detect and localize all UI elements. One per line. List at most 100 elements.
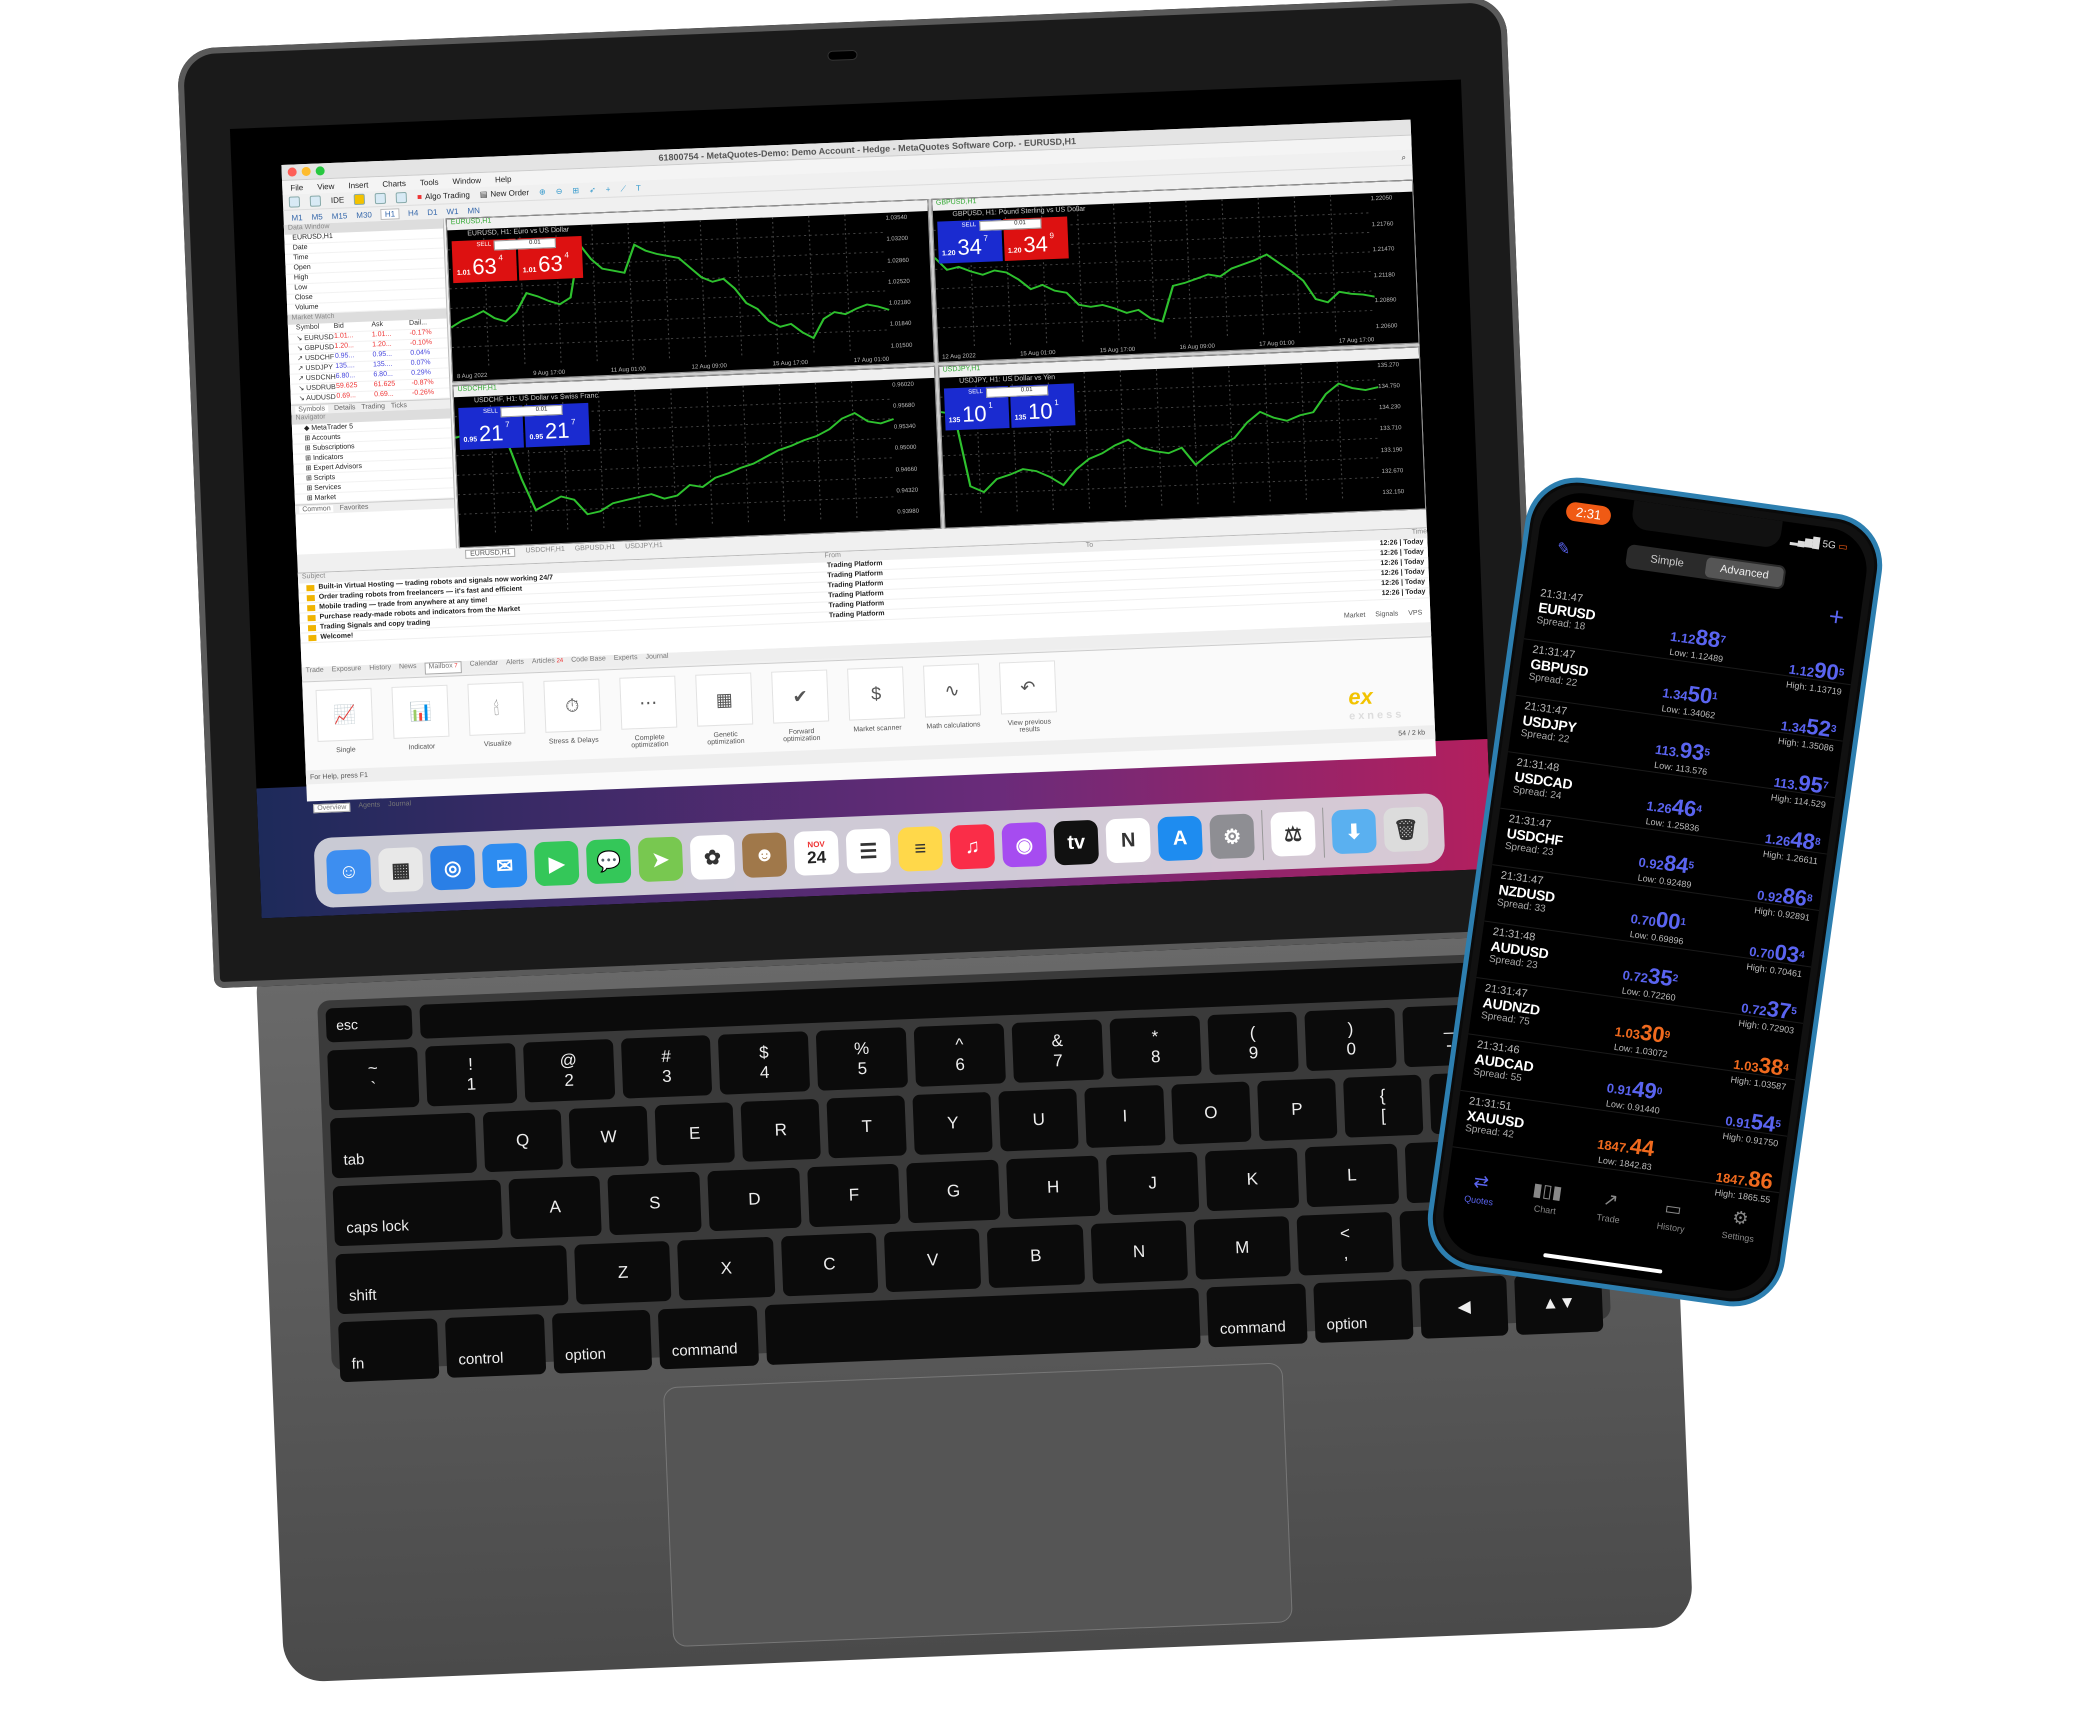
- key-esc[interactable]: esc: [325, 1005, 413, 1043]
- tester-tab-agents[interactable]: Agents: [358, 802, 380, 812]
- signals-icon[interactable]: [374, 192, 387, 205]
- tab-history[interactable]: ▭ History: [1652, 1197, 1688, 1260]
- chart-eurusd-h1[interactable]: EURUSD,H1 EURUSD, H1: Euro vs US Dollar 1.…: [445, 199, 935, 382]
- tab-details[interactable]: Details: [334, 404, 356, 412]
- column-header[interactable]: Dail...: [409, 318, 447, 329]
- dock-facetime-app[interactable]: ▶: [533, 840, 580, 887]
- edit-pencil-icon[interactable]: ✎: [1556, 538, 1572, 560]
- key-2[interactable]: @2: [522, 1039, 615, 1103]
- key-4[interactable]: $4: [718, 1031, 811, 1095]
- key-,[interactable]: <,: [1296, 1211, 1395, 1276]
- timeframe-m15[interactable]: M15: [332, 211, 348, 221]
- segment-simple[interactable]: Simple: [1627, 546, 1707, 577]
- key-8[interactable]: * 8: [1109, 1015, 1202, 1080]
- ide-button[interactable]: IDE: [331, 195, 345, 205]
- timeframe-m30[interactable]: M30: [356, 210, 372, 220]
- chart-type-icon[interactable]: [288, 196, 301, 208]
- price-chart[interactable]: [447, 213, 891, 370]
- toolbox-tab-exposure[interactable]: Exposure: [332, 665, 362, 678]
- key-W[interactable]: W: [568, 1105, 649, 1169]
- column-header[interactable]: Bid: [334, 321, 372, 332]
- key-5[interactable]: % 5: [815, 1027, 909, 1091]
- dock-safari-app[interactable]: ◎: [429, 844, 476, 891]
- dock-notes-app[interactable]: ≡: [897, 825, 944, 872]
- dock-metatrader-app[interactable]: ⚖: [1270, 811, 1316, 857]
- tab-quotes[interactable]: ⇄ Quotes: [1460, 1170, 1497, 1233]
- tab-trade[interactable]: ↗ Trade: [1592, 1188, 1623, 1251]
- menu-file[interactable]: File: [290, 183, 303, 193]
- toolbox-tab-journal[interactable]: Journal: [645, 653, 668, 666]
- key-Q[interactable]: Q: [482, 1109, 563, 1173]
- chart-gbpusd-h1[interactable]: GBPUSD,H1 GBPUSD, H1: Pound Sterling vs U…: [930, 179, 1420, 363]
- dock-downloads-app[interactable]: ⬇: [1331, 808, 1377, 855]
- key-H[interactable]: H: [1006, 1155, 1101, 1220]
- key-0[interactable]: ) 0: [1304, 1007, 1397, 1072]
- dock-finder-app[interactable]: ☺: [325, 848, 372, 895]
- price-chart[interactable]: [932, 193, 1376, 350]
- timeframe-h4[interactable]: H4: [408, 208, 419, 217]
- key-E[interactable]: E: [654, 1102, 735, 1166]
- key-V[interactable]: V: [883, 1228, 982, 1293]
- tester-tab-journal[interactable]: Journal: [388, 800, 411, 810]
- chart-tab[interactable]: GBPUSD,H1: [575, 544, 616, 555]
- key-B[interactable]: B: [987, 1224, 1085, 1289]
- key-1[interactable]: ! 1: [424, 1042, 518, 1107]
- maximize-window-button[interactable]: [315, 166, 325, 176]
- chart-tab[interactable]: USDJPY,H1: [625, 542, 663, 553]
- key-L[interactable]: L: [1304, 1143, 1399, 1208]
- key-caps-lock[interactable]: caps lock: [332, 1179, 503, 1247]
- key-P[interactable]: P: [1256, 1078, 1338, 1142]
- toolbox-tab-experts[interactable]: Experts: [614, 654, 638, 667]
- tab-ticks[interactable]: Ticks: [391, 402, 407, 410]
- key-tab[interactable]: tab: [329, 1112, 477, 1179]
- key-control[interactable]: control: [444, 1314, 546, 1378]
- tab-common[interactable]: Common: [299, 505, 334, 514]
- key-K[interactable]: K: [1205, 1147, 1300, 1212]
- key-command[interactable]: command: [1206, 1283, 1308, 1348]
- key-M[interactable]: M: [1193, 1216, 1292, 1280]
- dock-music-app[interactable]: ♫: [949, 823, 996, 870]
- status-link-market[interactable]: Market: [1344, 612, 1366, 620]
- dock-app-store-app[interactable]: A: [1157, 815, 1204, 862]
- trendline-icon[interactable]: ⟋: [620, 184, 626, 194]
- chart-usdjpy-h1[interactable]: USDJPY,H1 USDJPY, H1: US Dollar vs Yen 135…: [937, 345, 1427, 529]
- key-`[interactable]: ~ `: [327, 1046, 420, 1111]
- toolbox-tab-trade[interactable]: Trade: [306, 667, 324, 680]
- key-shift[interactable]: shift: [335, 1245, 569, 1315]
- key-6[interactable]: ^ 6: [913, 1023, 1006, 1087]
- close-window-button[interactable]: [287, 167, 297, 177]
- vps-icon[interactable]: [395, 191, 408, 204]
- key-D[interactable]: D: [707, 1167, 802, 1232]
- toolbox-tab-code-base[interactable]: Code Base: [571, 655, 606, 668]
- dock-maps-app[interactable]: ➤: [637, 836, 684, 883]
- dock-podcasts-app[interactable]: ◉: [1001, 821, 1048, 868]
- market-icon[interactable]: [353, 193, 366, 206]
- price-chart[interactable]: [939, 360, 1383, 517]
- key-7[interactable]: & 7: [1011, 1019, 1104, 1083]
- trackpad[interactable]: [662, 1362, 1293, 1648]
- chart-tab[interactable]: USDCHF,H1: [525, 546, 565, 557]
- chart-usdchf-h1[interactable]: USDCHF,H1 USDCHF, H1: US Dollar vs Swiss …: [452, 365, 942, 549]
- key-G[interactable]: G: [906, 1159, 1001, 1224]
- key-Z[interactable]: Z: [574, 1240, 672, 1305]
- key-option[interactable]: option: [1312, 1279, 1415, 1344]
- status-link-vps[interactable]: VPS: [1408, 610, 1422, 618]
- key-I[interactable]: I: [1084, 1084, 1166, 1149]
- timeframe-d1[interactable]: D1: [427, 207, 438, 216]
- toolbox-tab-news[interactable]: News: [399, 663, 417, 676]
- menu-insert[interactable]: Insert: [348, 180, 368, 190]
- key-Y[interactable]: Y: [912, 1091, 994, 1155]
- new-order-button[interactable]: ▤ New Order: [480, 188, 530, 199]
- key-option[interactable]: option: [551, 1309, 653, 1374]
- toolbox-tab-calendar[interactable]: Calendar: [470, 660, 499, 673]
- key-X[interactable]: X: [677, 1236, 776, 1301]
- key-◀[interactable]: ◀: [1419, 1275, 1509, 1339]
- timeframe-mn[interactable]: MN: [467, 206, 480, 215]
- cursor-icon[interactable]: ➶: [589, 185, 596, 194]
- timeframe-h1[interactable]: H1: [380, 207, 400, 220]
- home-indicator[interactable]: [1543, 1253, 1663, 1274]
- toolbox-tab-articles[interactable]: Articles 24: [532, 657, 564, 670]
- key-3[interactable]: #3: [620, 1035, 713, 1099]
- dock-reminders-app[interactable]: ☰: [845, 828, 892, 874]
- dock-news-app[interactable]: N: [1105, 817, 1152, 864]
